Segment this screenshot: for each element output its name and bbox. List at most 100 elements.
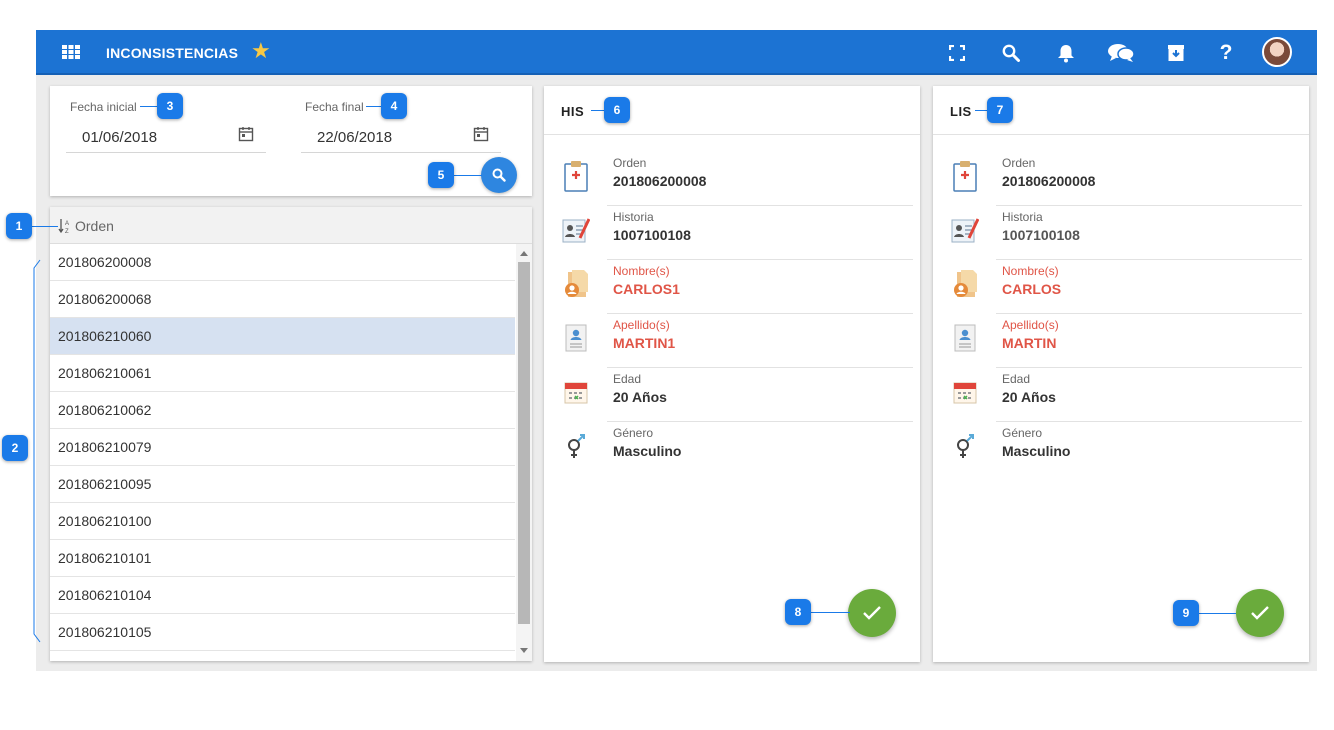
lis-field-value: CARLOS: [1002, 281, 1062, 297]
start-date-label: Fecha inicial: [70, 100, 137, 114]
his-field-value: CARLOS1: [613, 281, 680, 297]
page-title: INCONSISTENCIAS: [106, 45, 239, 61]
callout-marker: 2: [2, 435, 28, 461]
sort-header[interactable]: A Z Orden: [50, 207, 532, 244]
list-item[interactable]: 201806200008: [50, 244, 515, 281]
avatar[interactable]: [1262, 37, 1292, 67]
callout-connector: [808, 612, 850, 613]
lis-field-row: Historia 1007100108: [933, 206, 1309, 260]
his-field-value: Masculino: [613, 443, 682, 459]
person-folder-icon: [562, 268, 590, 300]
search-button[interactable]: [481, 157, 517, 193]
lis-field-label: Género: [1002, 426, 1043, 440]
his-title: HIS: [561, 104, 585, 119]
his-field-value: MARTIN1: [613, 335, 676, 351]
his-field-label: Orden: [613, 156, 647, 170]
callout-marker: 8: [785, 599, 811, 625]
his-field-row: Edad 20 Años: [544, 368, 920, 422]
lis-field-row: Género Masculino: [933, 422, 1309, 476]
id-card-icon: [951, 322, 979, 354]
his-field-value: 1007100108: [613, 227, 691, 243]
fullscreen-icon[interactable]: [944, 40, 970, 66]
scroll-down-arrow-icon[interactable]: [520, 648, 528, 653]
his-field-label: Edad: [613, 372, 642, 386]
his-panel: HIS Orden 201806200008 Historia 1007100108 N…: [544, 86, 920, 662]
app-window: INCONSISTENCIAS ★ ? Fecha inicial 01/06/…: [36, 30, 1317, 671]
lis-field-row: Apellido(s) MARTIN: [933, 314, 1309, 368]
list-item[interactable]: 201806210060: [50, 318, 515, 355]
scrollbar[interactable]: [516, 244, 532, 661]
callout-marker: 7: [987, 97, 1013, 123]
end-date-field[interactable]: 22/06/2018: [317, 129, 392, 146]
sort-icon: A Z: [58, 219, 69, 234]
callout-marker: 6: [604, 97, 630, 123]
person-folder-icon: [951, 268, 979, 300]
his-confirm-button[interactable]: [848, 589, 896, 637]
top-bar: INCONSISTENCIAS ★ ?: [36, 30, 1317, 75]
lis-field-label: Historia: [1002, 210, 1043, 224]
lis-panel: LIS Orden 201806200008 Historia 1007100108 N…: [933, 86, 1309, 662]
order-list-panel: A Z Orden 201806200008 201806200068 201806…: [50, 207, 532, 661]
id-card-icon: [562, 322, 590, 354]
his-field-value: 20 Años: [613, 389, 667, 405]
callout-connector: [32, 226, 58, 227]
his-field-row: Nombre(s) CARLOS1: [544, 260, 920, 314]
check-icon: [1251, 606, 1269, 620]
list-item[interactable]: 201806210095: [50, 466, 515, 503]
start-date-field[interactable]: 01/06/2018: [82, 129, 157, 146]
list-item[interactable]: 201806210101: [50, 540, 515, 577]
bell-icon[interactable]: [1053, 40, 1079, 66]
calendar-picker-icon[interactable]: [238, 126, 254, 142]
sort-header-label: Orden: [75, 218, 114, 234]
start-date-underline: [66, 152, 266, 153]
help-icon[interactable]: ?: [1213, 40, 1239, 66]
list-item[interactable]: 201806210105: [50, 614, 515, 651]
gender-icon: [562, 430, 590, 462]
his-field-row: Orden 201806200008: [544, 152, 920, 206]
list-item[interactable]: 201806210104: [50, 577, 515, 614]
lis-field-row: Edad 20 Años: [933, 368, 1309, 422]
lis-confirm-button[interactable]: [1236, 589, 1284, 637]
his-field-row: Género Masculino: [544, 422, 920, 476]
clipboard-icon: [562, 160, 590, 192]
list-item[interactable]: 201806200068: [50, 281, 515, 318]
lis-field-value: Masculino: [1002, 443, 1071, 459]
list-item[interactable]: 201806210079: [50, 429, 515, 466]
lis-field-row: Nombre(s) CARLOS: [933, 260, 1309, 314]
search-icon: [492, 168, 506, 182]
lis-field-value: 20 Años: [1002, 389, 1056, 405]
lis-field-value: 1007100108: [1002, 227, 1080, 243]
list-item[interactable]: 201806210100: [50, 503, 515, 540]
callout-marker: 4: [381, 93, 407, 119]
scrollbar-thumb[interactable]: [518, 262, 530, 624]
svg-text:Z: Z: [65, 229, 69, 234]
list-item[interactable]: 201806210061: [50, 355, 515, 392]
callout-marker: 1: [6, 213, 32, 239]
order-list: 201806200008 201806200068 201806210060 2018…: [50, 244, 515, 651]
apps-grid-icon[interactable]: [62, 45, 80, 59]
his-field-label: Apellido(s): [613, 318, 670, 332]
end-date-label: Fecha final: [305, 100, 364, 114]
archive-icon[interactable]: [1163, 40, 1189, 66]
callout-connector: [1196, 613, 1236, 614]
lis-field-value: 201806200008: [1002, 173, 1096, 189]
calendar-icon: [951, 376, 979, 408]
clipboard-icon: [951, 160, 979, 192]
his-field-label: Género: [613, 426, 654, 440]
callout-bracket: [33, 259, 41, 643]
chat-icon[interactable]: [1106, 40, 1136, 66]
lis-field-label: Edad: [1002, 372, 1031, 386]
lis-field-value: MARTIN: [1002, 335, 1057, 351]
lis-field-label: Orden: [1002, 156, 1036, 170]
list-item[interactable]: 201806210062: [50, 392, 515, 429]
his-field-row: Historia 1007100108: [544, 206, 920, 260]
search-icon[interactable]: [998, 40, 1024, 66]
star-icon[interactable]: ★: [251, 40, 271, 62]
his-field-row: Apellido(s) MARTIN1: [544, 314, 920, 368]
calendar-picker-icon[interactable]: [473, 126, 489, 142]
callout-connector: [450, 175, 482, 176]
his-field-label: Nombre(s): [613, 264, 670, 278]
gender-icon: [951, 430, 979, 462]
record-icon: [562, 214, 591, 246]
scroll-up-arrow-icon[interactable]: [520, 251, 528, 256]
